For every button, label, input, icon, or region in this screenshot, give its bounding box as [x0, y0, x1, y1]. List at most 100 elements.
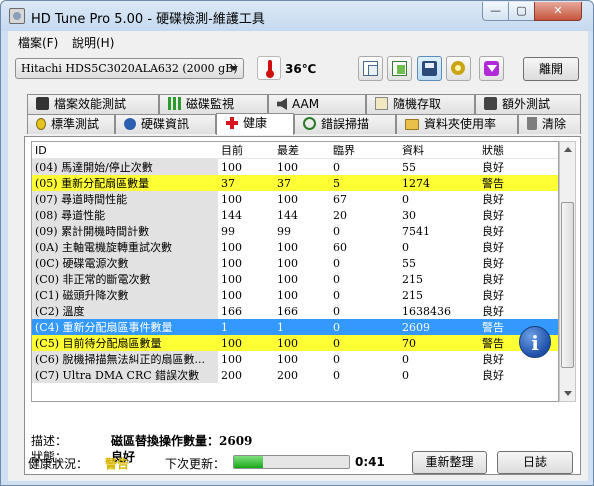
table-row[interactable]: (C1) 磁頭升降次數 100 100 0 215 良好 — [32, 287, 558, 303]
smart-attribute-table[interactable]: ID 目前 最差 臨界 資料 狀態 (04) 馬達開始/停止次數 100 100 0 5… — [31, 141, 559, 402]
table-row[interactable]: (C2) 溫度 166 166 0 1638436 良好 — [32, 303, 558, 319]
tab-error-scan[interactable]: 錯誤掃描 — [294, 114, 396, 134]
table-row[interactable]: (0C) 硬碟電源次數 100 100 0 55 良好 — [32, 255, 558, 271]
attr-id: (C5) 目前待分配扇區數量 — [32, 335, 218, 351]
attr-status: 良好 — [482, 273, 504, 286]
table-row[interactable]: (08) 尋道性能 144 144 20 30 良好 — [32, 207, 558, 223]
table-row[interactable]: (C4) 重新分配扇區事件數量 1 1 0 2609 警告 — [32, 319, 558, 335]
table-row[interactable]: (0A) 主軸電機旋轉重試次數 100 100 60 0 良好 — [32, 239, 558, 255]
scroll-up-icon[interactable] — [564, 147, 572, 152]
col-header-current[interactable]: 目前 — [218, 142, 274, 159]
col-header-status[interactable]: 狀態 — [479, 142, 558, 159]
attr-threshold: 0 — [333, 288, 340, 302]
bars-icon — [168, 97, 181, 110]
health-panel: ID 目前 最差 臨界 資料 狀態 (04) 馬達開始/停止次數 100 100 0 5… — [24, 136, 581, 475]
download-button[interactable] — [479, 56, 504, 81]
tab-label: 標準測試 — [51, 117, 100, 131]
attr-status: 良好 — [482, 225, 504, 238]
table-row[interactable]: (09) 累計開機時間計數 99 99 0 7541 良好 — [32, 223, 558, 239]
attr-status: 良好 — [482, 241, 504, 254]
table-row[interactable]: (C6) 脫機掃描無法糾正的扇區數... 100 100 0 0 良好 — [32, 351, 558, 367]
tab-file-benchmark[interactable]: 檔案效能測試 — [27, 94, 159, 114]
options-button[interactable] — [446, 56, 471, 81]
table-row[interactable]: (C7) Ultra DMA CRC 錯誤次數 200 200 0 0 良好 — [32, 367, 558, 383]
copy-icon — [363, 61, 378, 76]
progress-fill — [234, 456, 263, 468]
folder-icon — [405, 119, 419, 130]
tab-label: 硬碟資訊 — [141, 117, 190, 131]
drive-select-value: Hitachi HDS5C3020ALA632 (2000 gB) — [21, 62, 238, 75]
attr-data: 70 — [399, 335, 479, 351]
tab-disk-monitor[interactable]: 磁碟監視 — [159, 94, 268, 114]
copy-screenshot-button[interactable] — [387, 56, 412, 81]
attr-data: 55 — [402, 256, 416, 270]
attr-worst: 100 — [277, 160, 298, 174]
tab-health[interactable]: 健康 — [216, 113, 294, 135]
attr-data: 2609 — [399, 319, 479, 335]
tab-folder-usage[interactable]: 資料夾使用率 — [396, 114, 518, 134]
scroll-thumb[interactable] — [561, 202, 574, 368]
attr-id: (C1) 磁頭升降次數 — [32, 287, 218, 303]
menu-file[interactable]: 檔案(F) — [18, 34, 58, 51]
title-bar[interactable]: HD Tune Pro 5.00 - 硬碟檢測-維護工具 — ▢ ✕ — [1, 1, 593, 31]
maximize-button[interactable]: ▢ — [508, 2, 535, 21]
attr-threshold: 0 — [333, 224, 340, 238]
attr-worst: 37 — [274, 175, 330, 191]
attr-threshold: 0 — [333, 304, 340, 318]
save-button[interactable] — [417, 56, 442, 81]
attr-worst: 100 — [277, 240, 298, 254]
app-icon — [9, 8, 25, 24]
attr-worst: 200 — [277, 368, 298, 382]
copy-image-icon — [392, 61, 407, 76]
exit-button[interactable]: 離開 — [523, 57, 579, 81]
table-row[interactable]: (07) 尋道時間性能 100 100 67 0 良好 — [32, 191, 558, 207]
tab-extra-tests[interactable]: 額外測試 — [475, 94, 581, 114]
table-row[interactable]: (05) 重新分配扇區數量 37 37 5 1274 警告 — [32, 175, 558, 191]
attr-id: (C6) 脫機掃描無法糾正的扇區數... — [32, 351, 218, 367]
copy-text-button[interactable] — [358, 56, 383, 81]
attr-data: 55 — [402, 160, 416, 174]
refresh-button[interactable]: 重新整理 — [412, 451, 487, 474]
attr-worst: 100 — [277, 192, 298, 206]
countdown-timer: 0:41 — [355, 455, 385, 469]
col-header-worst[interactable]: 最差 — [274, 142, 330, 159]
table-header-row: ID 目前 最差 臨界 資料 狀態 — [32, 142, 558, 159]
table-row[interactable]: (C5) 目前待分配扇區數量 100 100 0 70 警告 — [32, 335, 558, 351]
attr-data: 1638436 — [402, 304, 451, 318]
tab-benchmark[interactable]: 標準測試 — [27, 114, 115, 134]
tab-erase[interactable]: 清除 — [518, 114, 581, 134]
attr-current: 100 — [221, 192, 242, 206]
attribute-table: ID 目前 最差 臨界 資料 狀態 (04) 馬達開始/停止次數 100 100 0 5… — [32, 142, 558, 383]
vertical-scrollbar[interactable] — [559, 141, 576, 402]
attr-data: 0 — [402, 368, 409, 382]
minimize-button[interactable]: — — [482, 2, 509, 21]
tab-disk-info[interactable]: 硬碟資訊 — [115, 114, 216, 134]
scan-icon — [303, 117, 316, 130]
tab-aam[interactable]: AAM — [268, 94, 366, 114]
col-header-data[interactable]: 資料 — [399, 142, 479, 159]
window-title: HD Tune Pro 5.00 - 硬碟檢測-維護工具 — [31, 12, 265, 27]
col-header-id[interactable]: ID — [32, 142, 218, 159]
drive-select[interactable]: Hitachi HDS5C3020ALA632 (2000 gB) — [15, 58, 244, 79]
scroll-down-icon[interactable] — [564, 391, 572, 396]
health-status-label: 健康狀況： — [28, 457, 89, 471]
attr-id: (0C) 硬碟電源次數 — [32, 255, 218, 271]
attr-current: 100 — [221, 352, 242, 366]
tab-label: 磁碟監視 — [186, 97, 235, 111]
attr-worst: 100 — [277, 256, 298, 270]
log-button[interactable]: 日誌 — [497, 451, 573, 474]
col-header-threshold[interactable]: 臨界 — [330, 142, 399, 159]
table-row[interactable]: (C0) 非正常的斷電次數 100 100 0 215 良好 — [32, 271, 558, 287]
close-button[interactable]: ✕ — [534, 2, 582, 21]
attr-id: (C2) 溫度 — [32, 303, 218, 319]
tab-label: 錯誤掃描 — [321, 117, 370, 131]
tab-random-access[interactable]: 隨機存取 — [366, 94, 475, 114]
client-area: 檔案(F) 說明(H) Hitachi HDS5C3020ALA632 (200… — [8, 31, 588, 481]
attr-status: 良好 — [482, 257, 504, 270]
table-row[interactable]: (04) 馬達開始/停止次數 100 100 0 55 良好 — [32, 158, 558, 175]
attr-threshold: 0 — [333, 352, 340, 366]
next-update-label: 下次更新： — [165, 457, 226, 471]
status-bar: 健康狀況： 警告 下次更新： 0:41 重新整理 日誌 — [8, 446, 588, 476]
attr-id: (C0) 非正常的斷電次數 — [32, 271, 218, 287]
menu-help[interactable]: 說明(H) — [72, 34, 114, 51]
